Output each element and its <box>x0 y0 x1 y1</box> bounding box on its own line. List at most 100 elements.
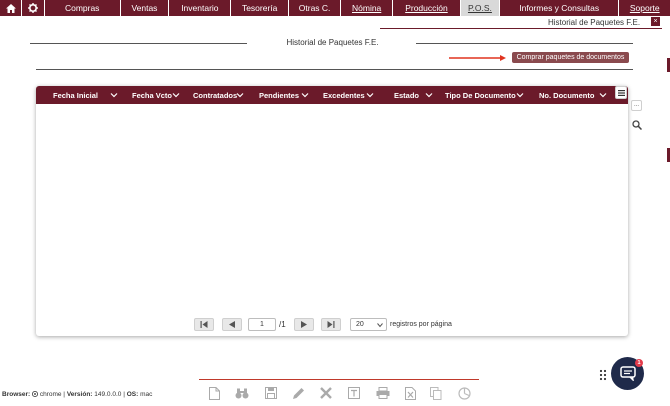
page-title: Historial de Paquetes F.E. <box>286 38 379 47</box>
page-number-input[interactable]: 1 <box>248 318 276 331</box>
column-estado[interactable]: Estado <box>394 86 419 104</box>
chevron-down-icon[interactable] <box>172 91 180 99</box>
os-label: OS: <box>126 391 139 398</box>
next-page-icon <box>301 321 307 328</box>
top-navigation: Compras Ventas Inventario Tesorería Otra… <box>0 0 670 16</box>
column-label: Pendientes <box>259 90 300 100</box>
first-page-button[interactable] <box>194 318 214 331</box>
nav-inventario[interactable]: Inventario <box>169 0 232 16</box>
nav-soporte-label: Soporte <box>629 3 660 13</box>
save-icon <box>265 387 277 399</box>
arrow-right-icon <box>449 55 506 61</box>
version-label: Versión: <box>66 391 93 398</box>
browser-value: chrome <box>39 391 62 398</box>
grid-menu-button[interactable] <box>615 86 627 99</box>
column-contratados[interactable]: Contratados <box>193 86 237 104</box>
search-icon[interactable] <box>632 120 642 130</box>
nav-compras[interactable]: Compras <box>45 0 121 16</box>
text-button[interactable] <box>346 385 362 401</box>
home-button[interactable] <box>0 0 23 16</box>
chart-button[interactable] <box>456 385 472 401</box>
column-label: Fecha Inicial <box>53 90 99 100</box>
drag-handle-icon[interactable] <box>599 369 607 381</box>
chart-icon <box>457 386 471 400</box>
chevron-down-icon[interactable] <box>425 91 433 99</box>
column-excedentes[interactable]: Excedentes <box>323 86 365 104</box>
column-label: Tipo De Documento <box>445 90 516 100</box>
status-bar: Browser: chrome | Versión: 149.0.0.0 | O… <box>2 390 153 398</box>
export-excel-button[interactable] <box>402 385 418 401</box>
chevron-down-icon[interactable] <box>301 91 309 99</box>
last-page-icon <box>327 321 335 328</box>
text-icon <box>348 387 360 399</box>
copy-icon <box>430 386 442 400</box>
grid-header: Fecha Inicial Fecha Vcto Contratados Pen… <box>36 86 628 104</box>
nav-nomina-label: Nómina <box>352 3 382 13</box>
page-size-select[interactable]: 20 <box>350 318 387 331</box>
nav-produccion-label: Producción <box>405 3 448 13</box>
binoculars-icon <box>235 388 249 398</box>
nav-pos-label: P.O.S. <box>467 3 492 13</box>
column-label: Fecha Vcto <box>132 90 173 100</box>
more-options-button[interactable]: ... <box>631 100 642 111</box>
browser-label: Browser: <box>2 391 31 398</box>
previous-page-button[interactable] <box>222 318 242 331</box>
title-divider-right <box>416 43 633 44</box>
title-divider-left <box>30 43 247 44</box>
version-value: 149.0.0.0 <box>94 391 122 398</box>
nav-informes[interactable]: Informes y Consultas <box>500 0 620 16</box>
page-size-label: registros por página <box>390 321 452 328</box>
chevron-down-icon[interactable] <box>366 91 374 99</box>
nav-otras[interactable]: Otras C. <box>289 0 342 16</box>
nav-nomina[interactable]: Nómina <box>341 0 393 16</box>
page: Compras Ventas Inventario Tesorería Otra… <box>0 0 670 406</box>
breadcrumb-underline <box>380 28 662 29</box>
breadcrumb-tab[interactable]: Historial de Paquetes F.E. <box>548 17 640 28</box>
chevron-down-icon[interactable] <box>599 91 607 99</box>
chevron-down-icon[interactable] <box>516 91 524 99</box>
chrome-icon <box>31 390 39 398</box>
delete-icon <box>320 387 332 399</box>
save-button[interactable] <box>263 385 279 401</box>
chevron-down-icon <box>377 323 383 328</box>
page-size-value: 20 <box>356 321 364 328</box>
previous-page-icon <box>229 321 235 328</box>
packages-grid: Fecha Inicial Fecha Vcto Contratados Pen… <box>36 86 628 336</box>
nav-ventas[interactable]: Ventas <box>121 0 170 16</box>
last-page-button[interactable] <box>321 318 341 331</box>
edit-icon <box>292 387 304 399</box>
print-button[interactable] <box>375 385 391 401</box>
excel-icon <box>404 386 416 400</box>
column-tipo-documento[interactable]: Tipo De Documento <box>445 86 516 104</box>
column-label: Contratados <box>193 90 238 100</box>
toolbar-divider <box>199 379 479 380</box>
os-value: mac <box>140 391 153 398</box>
nav-produccion[interactable]: Producción <box>393 0 461 16</box>
column-pendientes[interactable]: Pendientes <box>259 86 299 104</box>
settings-button[interactable] <box>22 0 45 16</box>
home-icon <box>5 3 16 13</box>
nav-pos[interactable]: P.O.S. <box>460 0 500 16</box>
column-label: No. Documento <box>539 90 595 100</box>
pagination: 1 /1 20 registros por página <box>36 318 628 332</box>
nav-soporte[interactable]: Soporte <box>619 0 670 16</box>
delete-button[interactable] <box>318 385 334 401</box>
edit-button[interactable] <box>290 385 306 401</box>
column-fecha-inicial[interactable]: Fecha Inicial <box>53 86 98 104</box>
copy-button[interactable] <box>428 385 444 401</box>
page-total: /1 <box>279 320 286 329</box>
chevron-down-icon[interactable] <box>236 91 244 99</box>
nav-tesoreria[interactable]: Tesorería <box>231 0 289 16</box>
new-document-icon <box>208 386 220 400</box>
search-records-button[interactable] <box>234 385 250 401</box>
print-icon <box>376 387 390 399</box>
close-tab-button[interactable]: × <box>651 17 660 26</box>
column-fecha-vcto[interactable]: Fecha Vcto <box>132 86 172 104</box>
gear-icon <box>28 3 39 13</box>
chevron-down-icon[interactable] <box>110 91 118 99</box>
column-no-documento[interactable]: No. Documento <box>539 86 594 104</box>
buy-packages-button[interactable]: Comprar paquetes de documentos <box>512 52 629 63</box>
column-label: Excedentes <box>323 90 365 100</box>
new-document-button[interactable] <box>206 385 222 401</box>
next-page-button[interactable] <box>294 318 314 331</box>
